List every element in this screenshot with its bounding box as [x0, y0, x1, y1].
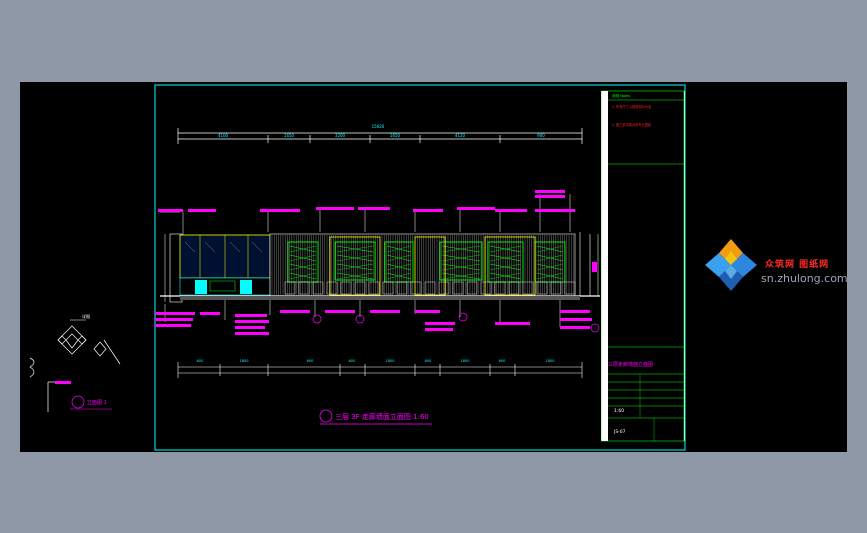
dim-bottom-4: 600	[349, 359, 356, 363]
annotation-text	[235, 332, 269, 335]
title-callout	[319, 409, 333, 423]
annotation-text	[560, 310, 590, 313]
dim-bottom-7: 1800	[461, 359, 470, 363]
annotation-text	[235, 320, 269, 323]
dim-top-2: 1650	[284, 133, 295, 138]
drawing-name: 三层走廊墙面立面图	[608, 361, 653, 368]
annotation-text	[413, 209, 443, 212]
annotation-text	[495, 322, 530, 325]
section-callout	[312, 314, 322, 324]
detail-title: 立面图 1	[87, 399, 107, 406]
annotation-text	[155, 324, 191, 327]
bottom-dimension	[177, 362, 583, 378]
annotation-text	[200, 312, 220, 315]
note-1: 1. 所有尺寸以现场实际为准	[612, 104, 652, 109]
dim-top-6: 900	[537, 133, 545, 138]
zhulong-logo-icon	[705, 239, 757, 291]
annotation-text	[316, 207, 354, 210]
elevation-panels	[269, 233, 576, 297]
dim-bottom-1: 600	[197, 359, 204, 363]
annotation-text	[235, 326, 265, 329]
watermark-title: 众筑网 图纸网	[765, 260, 830, 270]
annotation-text	[415, 310, 440, 313]
dim-bottom-2: 1800	[240, 359, 249, 363]
annotation-text	[280, 310, 310, 313]
annotation-text	[425, 322, 455, 325]
annotation-text	[560, 318, 592, 321]
annotation-text	[155, 312, 195, 315]
drawing-viewport[interactable]: 15620 4100 1650 3200 1650 4120 900 600 1…	[20, 82, 848, 452]
dim-bottom-6: 600	[425, 359, 432, 363]
dim-bottom-8: 600	[499, 359, 506, 363]
annotation-text	[592, 262, 597, 272]
annotation-text	[535, 209, 575, 212]
annotation-text	[457, 207, 495, 210]
annotation-text	[535, 195, 565, 198]
annotation-text	[325, 310, 355, 313]
detail-symbol	[29, 319, 121, 412]
annotation-text	[560, 326, 590, 329]
detail-label: 详图	[82, 313, 90, 319]
dim-bottom-3: 600	[307, 359, 314, 363]
annotation-text	[158, 209, 183, 212]
title-block	[601, 90, 685, 442]
annotation-text	[235, 314, 267, 317]
annotation-text	[425, 328, 453, 331]
dim-top-1: 4100	[218, 133, 229, 138]
annotation-text	[370, 310, 400, 313]
dim-top-4: 1650	[390, 133, 401, 138]
dim-top-3: 3200	[335, 133, 346, 138]
elevation-left-section	[164, 233, 271, 303]
note-2: 2. 施工前请核对各专业图纸	[612, 122, 652, 127]
watermark: 众筑网 图纸网 sn.zhulong.com	[703, 237, 853, 297]
dim-total-label: 15620	[372, 124, 385, 129]
dim-top-5: 4120	[455, 133, 466, 138]
main-title: 三层 3F 走廊墙面立面图 1:60	[335, 412, 429, 421]
watermark-url: sn.zhulong.com	[761, 272, 848, 285]
sheet-number: JS-07	[613, 429, 626, 435]
annotation-text	[535, 190, 565, 193]
annotation-text	[358, 207, 390, 210]
top-dimension	[177, 128, 583, 144]
dim-bottom-5: 1800	[386, 359, 395, 363]
scale-value: 1:60	[614, 408, 624, 414]
top-annotations	[160, 194, 571, 240]
floor-slab	[180, 296, 580, 300]
annotation-text	[188, 209, 216, 212]
annotation-text	[155, 318, 193, 321]
notes-header: 说明 Notes	[612, 93, 630, 98]
annotation-text	[260, 209, 300, 212]
annotation-text	[495, 209, 527, 212]
section-callout	[590, 323, 600, 333]
dim-bottom-9: 1800	[546, 359, 555, 363]
